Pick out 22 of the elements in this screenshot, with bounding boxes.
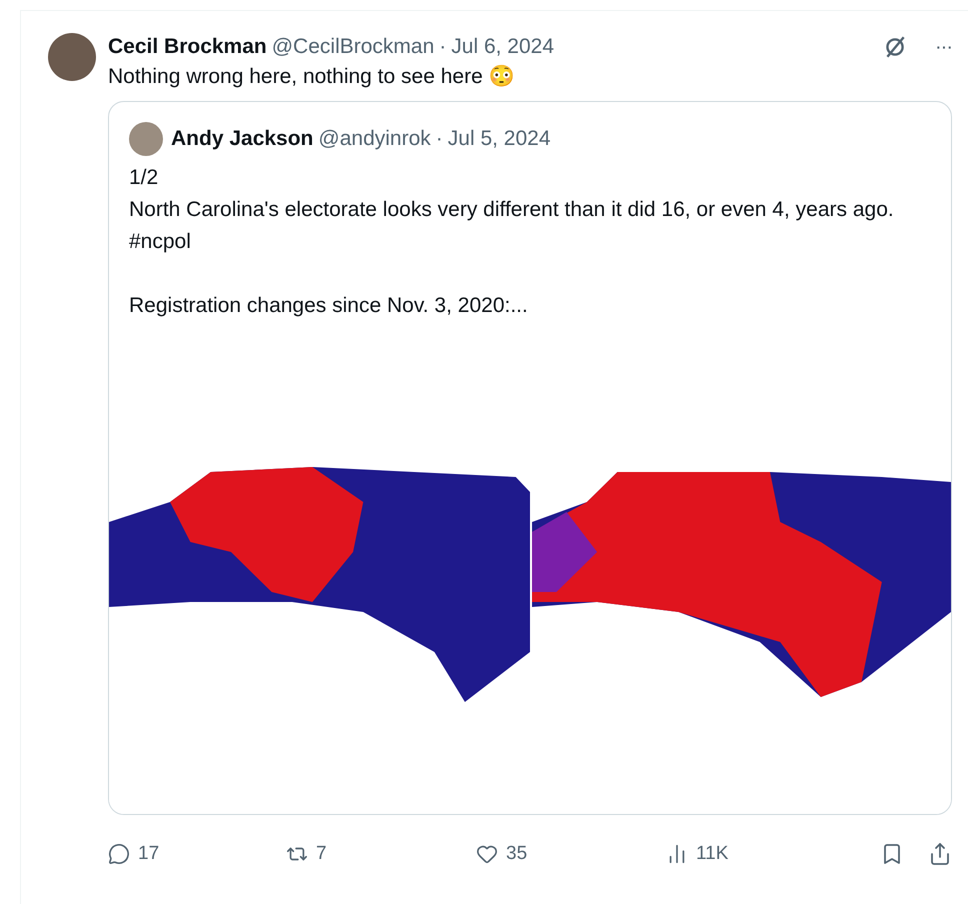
quoted-post-card[interactable]: Andy Jackson @andyinrok · Jul 5, 2024 1/2 North Carolina's electorate looks very different than it did 16, or even 4, years ago. #ncpol Registration changes since Nov. 3, 2020:...	[108, 101, 952, 815]
quoted-post-text: 1/2 North Carolina's electorate looks very different than it did 16, or even 4, years ago. #ncpol	[129, 165, 895, 255]
quoted-post-text: Registration changes since Nov. 3, 2020:...	[129, 293, 529, 319]
more-button[interactable]: ···	[935, 36, 952, 58]
views-button[interactable]: 11K	[666, 843, 866, 865]
avatar[interactable]	[129, 122, 163, 156]
author-handle[interactable]: @CecilBrockman	[272, 35, 434, 59]
author-name[interactable]: Cecil Brockman	[108, 35, 267, 59]
post-text: Nothing wrong here, nothing to see here 😳	[108, 64, 516, 90]
like-button[interactable]: 35	[476, 843, 666, 865]
reply-icon	[108, 843, 130, 865]
post-date[interactable]: Jul 5, 2024	[448, 127, 551, 151]
like-icon	[476, 843, 498, 865]
share-button[interactable]	[928, 842, 952, 866]
repost-button[interactable]: 7	[286, 843, 476, 865]
avatar[interactable]	[48, 33, 96, 81]
separator-dot: ·	[436, 127, 443, 151]
post-date[interactable]: Jul 6, 2024	[451, 35, 554, 59]
author-handle[interactable]: @andyinrok	[318, 127, 431, 151]
separator-dot: ·	[439, 35, 446, 59]
reply-button[interactable]: 17	[108, 843, 286, 865]
author-name[interactable]: Andy Jackson	[171, 127, 314, 151]
